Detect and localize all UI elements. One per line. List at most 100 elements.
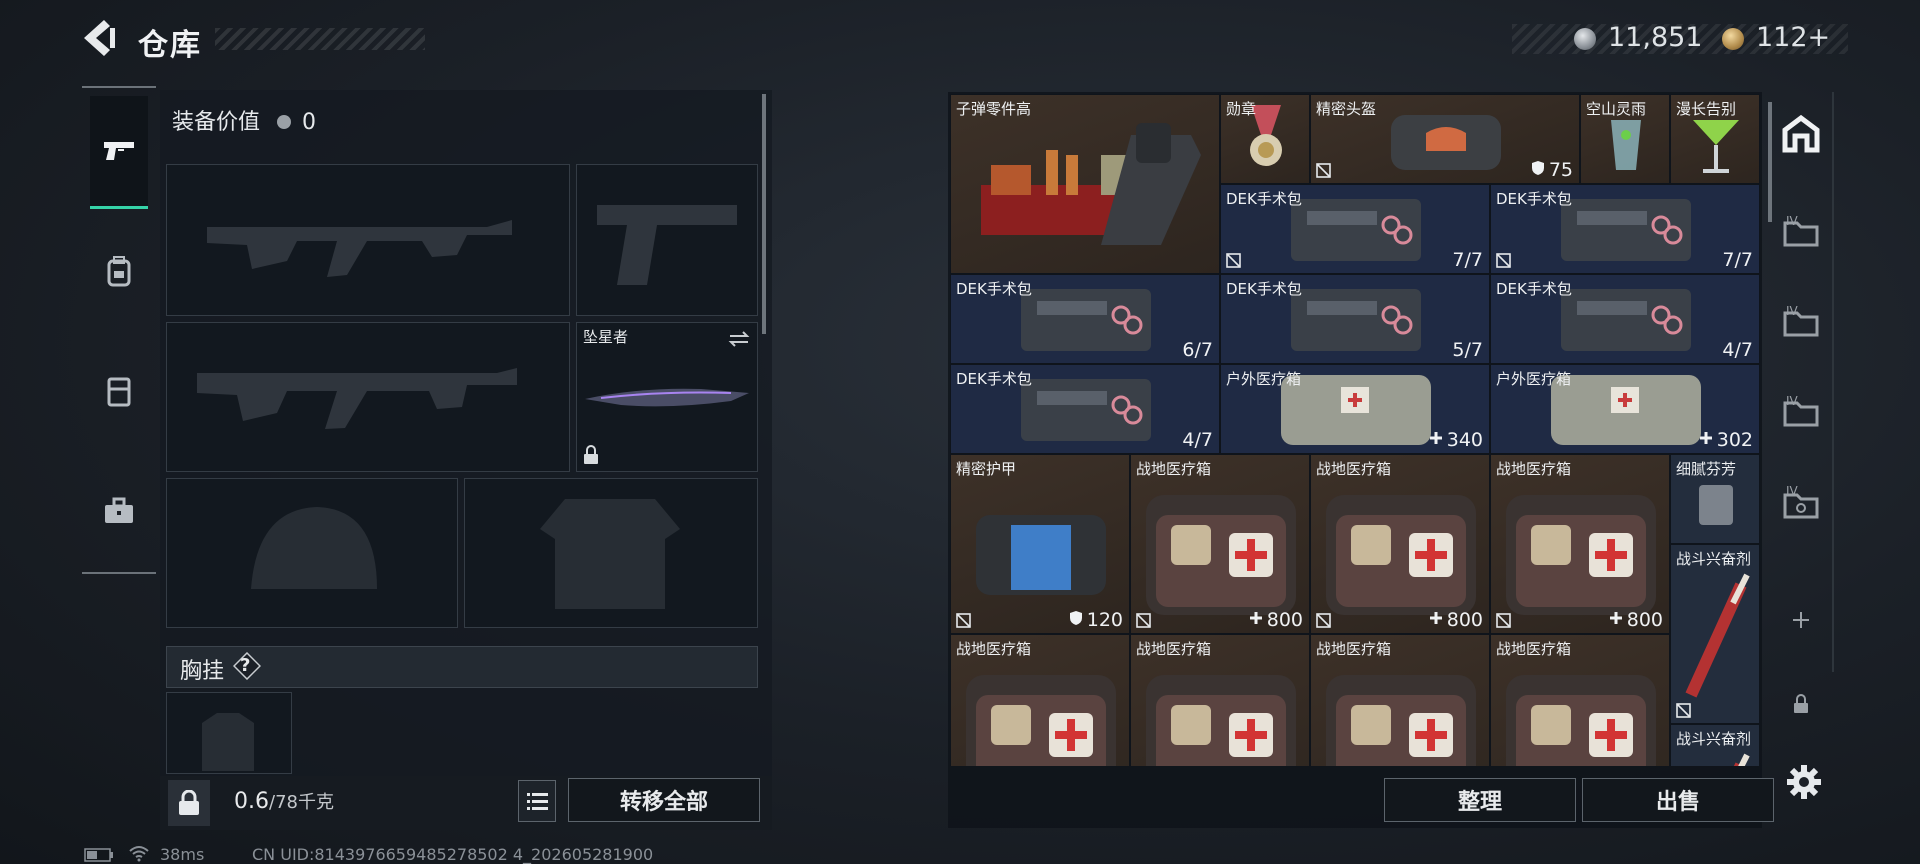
stash-item[interactable]: 战斗兴奋剂	[1670, 724, 1760, 766]
weight-readout: 0.6/78千克	[234, 788, 334, 814]
tab-stash-2[interactable]: IV	[1770, 282, 1832, 362]
sort-button[interactable]: 整理	[1384, 778, 1576, 822]
no-insure-icon	[1316, 613, 1331, 628]
equipment-scrollbar[interactable]	[762, 94, 766, 334]
stash-item[interactable]: 战地医疗箱	[1490, 634, 1670, 766]
stash-item[interactable]: 战地医疗箱	[950, 634, 1130, 766]
helmet-slot[interactable]	[166, 478, 458, 628]
stash-item[interactable]: DEK手术包 4/7	[1490, 274, 1760, 364]
stash-item[interactable]: 战地医疗箱 800	[1310, 454, 1490, 634]
stash-item[interactable]: 精密头盔 75	[1310, 94, 1580, 184]
tab-stash-1[interactable]: IV	[1770, 192, 1832, 272]
tab-backpack[interactable]	[90, 216, 148, 326]
item-value: 800	[1609, 609, 1663, 631]
equipment-value-label: 装备价值	[172, 110, 261, 135]
plus-icon	[1699, 432, 1712, 444]
stash-item[interactable]: 战地医疗箱	[1310, 634, 1490, 766]
add-gold-button[interactable]: +	[1808, 22, 1831, 53]
shield-icon	[1531, 161, 1544, 175]
item-name: 勋章	[1226, 100, 1257, 118]
stash-item[interactable]: 战地医疗箱 800	[1490, 454, 1670, 634]
lock-button[interactable]	[168, 780, 210, 826]
stim-item-icon	[1685, 573, 1750, 698]
no-insure-icon	[1676, 703, 1691, 718]
stash-item[interactable]: DEK手术包 4/7	[950, 364, 1220, 454]
ping-readout: 38ms	[160, 845, 205, 864]
stash-item[interactable]: 战斗兴奋剂	[1670, 544, 1760, 724]
item-value: 340	[1429, 429, 1483, 451]
title-decoration	[215, 28, 425, 50]
tab-stash-4[interactable]: IV	[1770, 464, 1832, 544]
stash-tab-4-label: IV	[1786, 484, 1798, 498]
tabs-divider	[1832, 92, 1834, 672]
stash-grid: 子弹零件高 勋章 精密头盔 75 空山灵雨 漫长告别 DEK手术包 7/7 DEK手术包 7/7 D…	[950, 94, 1762, 766]
item-name: DEK手术包	[1226, 190, 1302, 208]
silver-amount: 11,851	[1608, 22, 1703, 53]
equipment-tabs	[82, 86, 156, 574]
stash-item[interactable]: 战地医疗箱	[1130, 634, 1310, 766]
add-stash-tab-button[interactable]	[1770, 580, 1832, 660]
stash-item[interactable]: DEK手术包 7/7	[1220, 184, 1490, 274]
list-view-button[interactable]	[518, 780, 556, 822]
tab-case[interactable]	[90, 456, 148, 566]
stash-item[interactable]: DEK手术包 5/7	[1220, 274, 1490, 364]
rifle-silhouette-icon	[207, 220, 512, 277]
stash-item[interactable]: 精密护甲 120	[950, 454, 1130, 634]
knife-icon	[585, 388, 749, 407]
transfer-all-button[interactable]: 转移全部	[568, 778, 760, 822]
stash-item[interactable]: 漫长告别	[1670, 94, 1760, 184]
tab-weapons[interactable]	[90, 96, 148, 209]
locked-stash-tab	[1770, 664, 1832, 744]
briefcase-icon	[105, 497, 133, 523]
stash-item[interactable]: DEK手术包 7/7	[1490, 184, 1760, 274]
armor-slot[interactable]	[464, 478, 758, 628]
settings-gear-icon[interactable]	[1784, 762, 1824, 802]
item-value-text: 75	[1548, 159, 1573, 181]
chest-rig-slot[interactable]	[166, 692, 292, 774]
stash-item[interactable]: 子弹零件高	[950, 94, 1220, 274]
stash-item[interactable]: 勋章	[1220, 94, 1310, 184]
weight-max: /78千克	[269, 792, 334, 813]
backpack-icon	[107, 256, 131, 287]
swap-icon[interactable]	[727, 329, 751, 349]
back-arrow-icon[interactable]	[80, 18, 116, 58]
tab-vest[interactable]	[90, 336, 148, 446]
item-name: DEK手术包	[1496, 190, 1572, 208]
item-value-text: 800	[1446, 609, 1483, 631]
item-name: 战斗兴奋剂	[1676, 550, 1752, 568]
gold-amount-add[interactable]: 112+	[1756, 22, 1830, 53]
sell-button[interactable]: 出售	[1582, 778, 1774, 822]
padlock-icon	[179, 790, 199, 815]
item-value: 800	[1429, 609, 1483, 631]
secondary-weapon-slot[interactable]	[576, 164, 758, 316]
pistol-silhouette-icon	[597, 205, 737, 285]
item-value-text: 120	[1086, 609, 1123, 631]
stash-item[interactable]: 户外医疗箱 340	[1220, 364, 1490, 454]
item-value-text: 7/7	[1722, 249, 1753, 271]
lock-icon	[1794, 694, 1808, 713]
armor-silhouette-icon	[540, 499, 680, 609]
no-insure-icon	[1316, 163, 1331, 178]
plus-icon	[1429, 612, 1442, 624]
stash-tab-2-label: IV	[1786, 304, 1798, 318]
stash-item[interactable]: 战地医疗箱 800	[1130, 454, 1310, 634]
primary-weapon-slot[interactable]	[166, 164, 570, 316]
tab-stash-main[interactable]	[1770, 94, 1832, 174]
melee-slot[interactable]: 坠星者	[576, 322, 758, 472]
item-value: 6/7	[1182, 339, 1213, 361]
primary-weapon-slot-2[interactable]	[166, 322, 570, 472]
stash-item[interactable]: 户外医疗箱 302	[1490, 364, 1760, 454]
item-value-text: 800	[1266, 609, 1303, 631]
stash-item[interactable]: 空山灵雨	[1580, 94, 1670, 184]
lock-icon	[584, 445, 598, 464]
stash-item[interactable]: 细腻芬芳	[1670, 454, 1760, 544]
pistol-icon	[104, 142, 134, 160]
stash-tab-3-label: IV	[1786, 394, 1798, 408]
item-value-text: 302	[1716, 429, 1753, 451]
item-value: 5/7	[1452, 339, 1483, 361]
stash-item[interactable]: DEK手术包 6/7	[950, 274, 1220, 364]
tab-stash-3[interactable]: IV	[1770, 372, 1832, 452]
silver-coin-small-icon	[277, 115, 292, 129]
item-name: 细腻芬芳	[1676, 460, 1737, 478]
item-name: 战地医疗箱	[1136, 460, 1212, 478]
